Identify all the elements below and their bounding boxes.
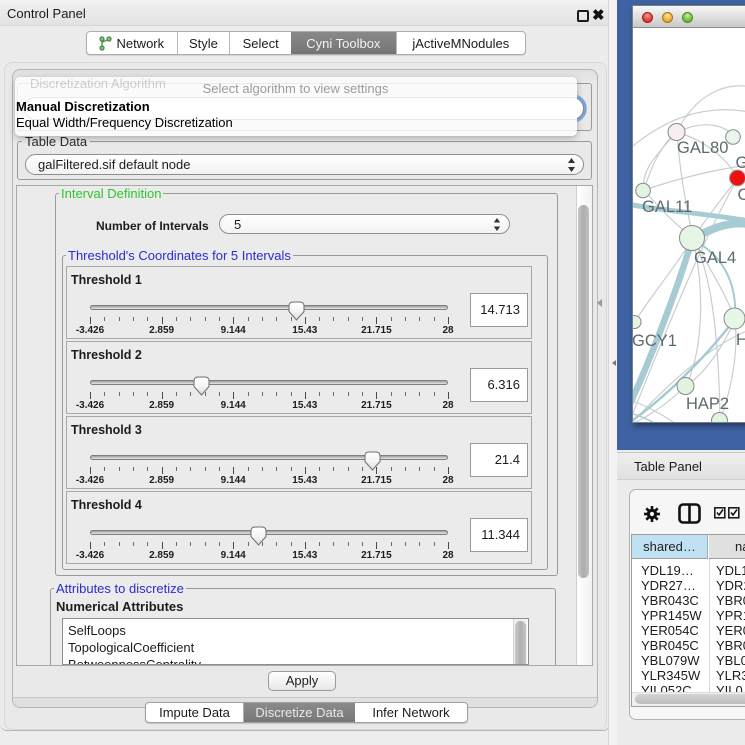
svg-text:G.: G. bbox=[736, 154, 745, 172]
svg-text:GAL4: GAL4 bbox=[694, 249, 736, 267]
svg-text:GAL80: GAL80 bbox=[677, 139, 728, 157]
svg-text:GAL11: GAL11 bbox=[642, 198, 692, 216]
svg-text:GCY1: GCY1 bbox=[633, 332, 677, 350]
svg-text:C: C bbox=[738, 186, 745, 204]
svg-text:HAP2: HAP2 bbox=[686, 395, 729, 413]
svg-text:H: H bbox=[736, 331, 745, 349]
